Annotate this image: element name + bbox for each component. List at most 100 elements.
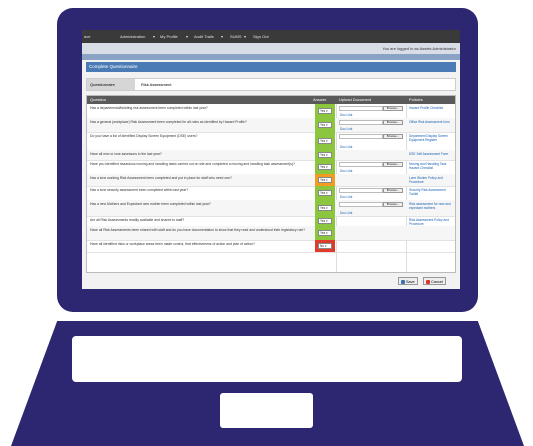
- answer-cell: Yes ▾: [315, 200, 335, 216]
- file-path-input[interactable]: [339, 202, 383, 207]
- save-button[interactable]: Save: [398, 277, 418, 285]
- answer-select[interactable]: Yes ▾: [318, 122, 332, 128]
- nav-item-save[interactable]: ave: [84, 30, 90, 43]
- chevron-down-icon: ▾: [325, 123, 328, 127]
- table-row: Have all identified risks or workplace a…: [87, 240, 455, 253]
- browse-button[interactable]: Browse...: [383, 120, 403, 125]
- answer-select[interactable]: Yes ▾: [318, 230, 332, 236]
- header-answer: Answer: [313, 97, 327, 102]
- answer-cell: Yes ▾: [315, 186, 335, 200]
- answer-select[interactable]: Yes ▾: [318, 152, 332, 158]
- answer-select[interactable]: Yes ▾: [318, 108, 332, 114]
- answer-cell: Yes ▾: [315, 104, 335, 118]
- status-bar: You are logged in as Assets Administrato…: [82, 43, 460, 54]
- nav-chevron-down-icon: ▾: [186, 34, 189, 39]
- nav-chevron-down-icon: ▾: [221, 34, 224, 39]
- policy-link[interactable]: Risk Assessment Policy and Procedure: [409, 218, 453, 226]
- header-upload: Upload Document: [339, 97, 372, 102]
- file-path-input[interactable]: [339, 120, 383, 125]
- logged-in-text: You are logged in as Assets Administrato…: [382, 46, 456, 51]
- chevron-down-icon: ▾: [325, 153, 328, 157]
- file-path-input[interactable]: [339, 134, 383, 139]
- table-row: Have you identified hazardous moving and…: [87, 160, 455, 175]
- top-nav-bar: ave Administration ▾ My Profile ▾ Audit …: [82, 30, 460, 43]
- breadcrumb-strip: [82, 54, 460, 60]
- answer-select[interactable]: Yes ▾: [318, 164, 332, 170]
- document-link[interactable]: Doc Link: [340, 145, 352, 149]
- table-row: Has a departmental/building risk assessm…: [87, 104, 455, 119]
- question-text: Has a lone security assessment been comp…: [90, 188, 189, 192]
- cancel-button[interactable]: Cancel: [423, 277, 446, 285]
- chevron-down-icon: ▾: [325, 178, 328, 182]
- policy-link[interactable]: Hazard Profile Checklist: [409, 106, 453, 110]
- chevron-down-icon: ▾: [325, 231, 328, 235]
- chevron-down-icon: ▾: [325, 109, 328, 113]
- policy-link[interactable]: Security Risk Assessment Toolkit: [409, 188, 453, 196]
- document-link[interactable]: Doc Link: [340, 169, 352, 173]
- browse-button[interactable]: Browse...: [383, 106, 403, 111]
- question-text: Has a departmental/building risk assessm…: [90, 106, 208, 110]
- question-text: Do you have a list of identified Display…: [90, 134, 198, 138]
- answer-select[interactable]: Yes ▾: [318, 190, 332, 196]
- question-text: Have all Risk Assessments been shared wi…: [90, 228, 305, 232]
- nav-item-audit-trails[interactable]: Audit Trails: [194, 30, 214, 43]
- answer-cell: No ▾: [315, 240, 335, 252]
- file-path-input[interactable]: [339, 162, 383, 167]
- nav-item-my-profile[interactable]: My Profile: [160, 30, 178, 43]
- answer-select[interactable]: Yes ▾: [318, 205, 332, 211]
- table-row: Has a general (workplace) Risk Assessmen…: [87, 118, 455, 133]
- cancel-button-label: Cancel: [431, 280, 443, 284]
- chevron-down-icon: ▾: [325, 191, 328, 195]
- nav-item-administration[interactable]: Administration: [120, 30, 145, 43]
- browse-button[interactable]: Browse...: [383, 134, 403, 139]
- answer-cell: Yes ▾: [315, 160, 335, 174]
- document-link[interactable]: Doc Link: [340, 127, 352, 131]
- question-text: Have you identified hazardous moving and…: [90, 162, 295, 166]
- policy-link[interactable]: DSE Self Assessment Form: [409, 152, 453, 156]
- answer-cell: Yes ▾: [315, 132, 335, 150]
- file-path-input[interactable]: [339, 188, 383, 193]
- answer-cell: Yes ▾: [315, 150, 335, 160]
- answer-select[interactable]: Yes ▾: [318, 177, 332, 183]
- question-text: Have all identified risks or workplace a…: [90, 242, 255, 246]
- nav-chevron-down-icon: ▾: [244, 34, 247, 39]
- answer-select[interactable]: No ▾: [318, 243, 332, 249]
- table-row: Has a lone security assessment been comp…: [87, 186, 455, 201]
- document-link[interactable]: Doc Link: [340, 211, 352, 215]
- document-link[interactable]: Doc Link: [340, 113, 352, 117]
- browse-button[interactable]: Browse...: [383, 188, 403, 193]
- question-text: Has a lone working Risk Assessment been …: [90, 176, 232, 180]
- policy-link[interactable]: Lone Worker Policy and Procedure: [409, 176, 453, 184]
- policy-link[interactable]: Office Risk Assessment form: [409, 120, 453, 124]
- policy-link[interactable]: Department Display Screen Equipment Regi…: [409, 134, 453, 142]
- questionnaire-value: Risk Assessment: [141, 82, 172, 87]
- browse-button[interactable]: Browse...: [383, 202, 403, 207]
- chevron-down-icon: ▾: [325, 139, 328, 143]
- chevron-down-icon: ▾: [325, 219, 328, 223]
- header-question: Question: [90, 97, 107, 102]
- nav-item-sign-out[interactable]: Sign Out: [253, 30, 269, 43]
- answer-cell: Yes ▾: [315, 118, 335, 132]
- question-text: Has a general (workplace) Risk Assessmen…: [90, 120, 247, 124]
- policy-link[interactable]: Risk assessment for new and expectant mo…: [409, 202, 453, 210]
- answer-cell: Yes ▾: [315, 226, 335, 240]
- nav-chevron-down-icon: ▾: [153, 34, 156, 39]
- file-path-input[interactable]: [339, 106, 383, 111]
- answer-select[interactable]: Yes ▾: [318, 218, 332, 224]
- question-text: Has a new Mothers and Expectant new moth…: [90, 202, 211, 206]
- app-screen: ave Administration ▾ My Profile ▾ Audit …: [82, 30, 460, 289]
- answer-select[interactable]: Yes ▾: [318, 138, 332, 144]
- save-icon: [401, 280, 405, 284]
- questionnaire-row: Questionnaire Risk Assessment: [86, 78, 456, 91]
- questions-table: Question Answer Upload Document Policies…: [86, 95, 456, 273]
- table-row: Have all Risk Assessments been shared wi…: [87, 226, 455, 241]
- browse-button[interactable]: Browse...: [383, 162, 403, 167]
- question-text: Have all new or lone assessors in the la…: [90, 152, 162, 156]
- policy-link[interactable]: Moving and Handling Task Hazard Checklis…: [409, 162, 453, 170]
- header-policies: Policies: [409, 97, 423, 102]
- chevron-down-icon: ▾: [324, 244, 327, 248]
- nav-item-sums[interactable]: SUMS: [230, 30, 242, 43]
- question-text: Are all Risk Assessments readily availab…: [90, 218, 185, 222]
- document-link[interactable]: Doc Link: [340, 195, 352, 199]
- table-header: Question Answer Upload Document Policies: [87, 96, 455, 104]
